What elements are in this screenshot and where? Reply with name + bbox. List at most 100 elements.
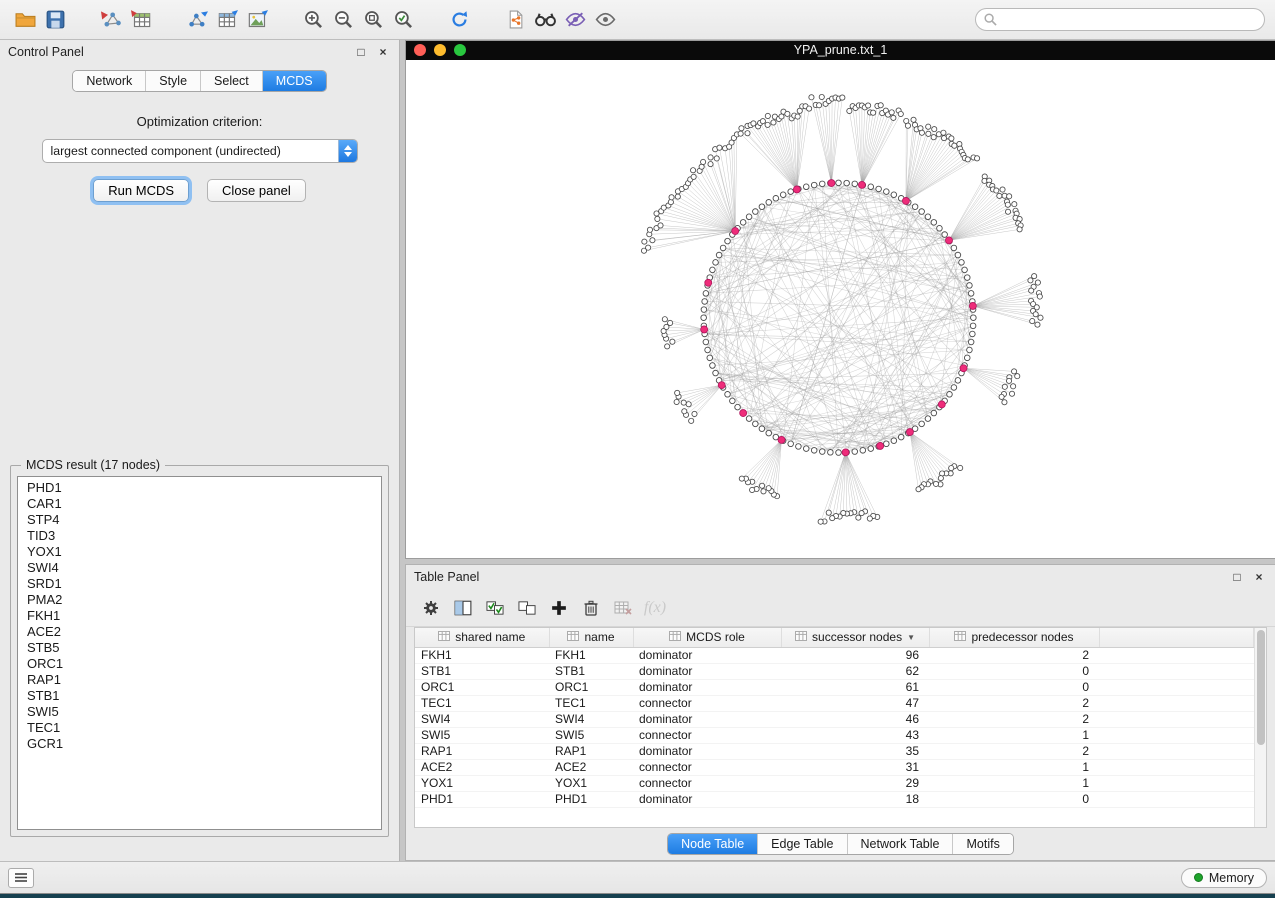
export-network-icon[interactable] bbox=[182, 6, 212, 34]
table-row[interactable]: SWI5SWI5connector431 bbox=[415, 727, 1254, 743]
criterion-select[interactable]: largest connected component (undirected) bbox=[42, 139, 358, 163]
table-row[interactable]: TEC1TEC1connector472 bbox=[415, 695, 1254, 711]
tab-select[interactable]: Select bbox=[200, 71, 262, 91]
table-row[interactable]: ORC1ORC1dominator610 bbox=[415, 679, 1254, 695]
export-table-icon[interactable] bbox=[212, 6, 242, 34]
app-window: Control Panel □ × NetworkStyleSelectMCDS… bbox=[0, 0, 1275, 894]
result-node-item[interactable]: SRD1 bbox=[18, 576, 381, 592]
table-row[interactable]: RAP1RAP1dominator352 bbox=[415, 743, 1254, 759]
zoom-selected-icon[interactable] bbox=[358, 6, 388, 34]
table-row[interactable]: YOX1YOX1connector291 bbox=[415, 775, 1254, 791]
toolbar-group bbox=[298, 6, 418, 34]
toolbar-group bbox=[10, 6, 70, 34]
tab-style[interactable]: Style bbox=[145, 71, 200, 91]
toolbar-group bbox=[500, 6, 620, 34]
attribute-type-icon bbox=[567, 630, 579, 644]
attribute-type-icon bbox=[954, 630, 966, 644]
result-node-item[interactable]: GCR1 bbox=[18, 736, 381, 752]
sort-desc-icon: ▼ bbox=[907, 633, 915, 642]
tab-network[interactable]: Network bbox=[73, 71, 145, 91]
memory-button[interactable]: Memory bbox=[1181, 868, 1267, 888]
share-document-icon[interactable] bbox=[500, 6, 530, 34]
run-mcds-button[interactable]: Run MCDS bbox=[93, 179, 189, 202]
toolbar-group bbox=[96, 6, 156, 34]
zoom-out-icon[interactable] bbox=[328, 6, 358, 34]
memory-status-icon bbox=[1194, 873, 1203, 882]
column-header-successor-nodes[interactable]: successor nodes▼ bbox=[781, 628, 929, 647]
tab-mcds[interactable]: MCDS bbox=[262, 71, 326, 91]
close-table-panel-icon[interactable]: × bbox=[1251, 569, 1267, 585]
panel-menu-button[interactable] bbox=[8, 868, 34, 888]
import-network-icon[interactable] bbox=[96, 6, 126, 34]
import-table-icon[interactable] bbox=[126, 6, 156, 34]
result-node-item[interactable]: STP4 bbox=[18, 512, 381, 528]
column-header-shared-name[interactable]: shared name bbox=[415, 628, 549, 647]
result-node-item[interactable]: TEC1 bbox=[18, 720, 381, 736]
result-node-item[interactable]: TID3 bbox=[18, 528, 381, 544]
attribute-type-icon bbox=[438, 630, 450, 644]
tab-network-table[interactable]: Network Table bbox=[847, 834, 953, 854]
table-panel: Table Panel □ × f(x) shared namenameMCDS… bbox=[405, 564, 1275, 861]
result-node-item[interactable]: RAP1 bbox=[18, 672, 381, 688]
table-row[interactable]: PHD1PHD1dominator180 bbox=[415, 791, 1254, 807]
network-canvas[interactable] bbox=[406, 60, 1275, 558]
float-table-panel-icon[interactable]: □ bbox=[1229, 569, 1245, 585]
column-header-name[interactable]: name bbox=[549, 628, 633, 647]
tab-node-table[interactable]: Node Table bbox=[668, 834, 757, 854]
search-input[interactable] bbox=[1002, 13, 1256, 27]
deselect-all-icon[interactable] bbox=[514, 595, 540, 621]
list-icon bbox=[14, 872, 28, 883]
result-node-item[interactable]: PHD1 bbox=[18, 480, 381, 496]
result-node-item[interactable]: FKH1 bbox=[18, 608, 381, 624]
mcds-result-title: MCDS result (17 nodes) bbox=[21, 458, 165, 472]
column-header-mcds-role[interactable]: MCDS role bbox=[633, 628, 781, 647]
result-node-item[interactable]: SWI5 bbox=[18, 704, 381, 720]
network-title: YPA_prune.txt_1 bbox=[406, 43, 1275, 57]
table-settings-icon[interactable] bbox=[418, 595, 444, 621]
result-node-item[interactable]: CAR1 bbox=[18, 496, 381, 512]
tab-motifs[interactable]: Motifs bbox=[952, 834, 1012, 854]
open-file-icon[interactable] bbox=[10, 6, 40, 34]
right-column: YPA_prune.txt_1 Table Panel □ × f(x) bbox=[405, 40, 1275, 861]
mcds-result-list[interactable]: PHD1CAR1STP4TID3YOX1SWI4SRD1PMA2FKH1ACE2… bbox=[17, 476, 382, 830]
table-row[interactable]: FKH1FKH1dominator962 bbox=[415, 647, 1254, 663]
refresh-icon[interactable] bbox=[444, 6, 474, 34]
tab-edge-table[interactable]: Edge Table bbox=[757, 834, 846, 854]
network-window: YPA_prune.txt_1 bbox=[405, 40, 1275, 559]
table-panel-header: Table Panel □ × bbox=[406, 565, 1275, 589]
save-session-icon[interactable] bbox=[40, 6, 70, 34]
result-node-item[interactable]: PMA2 bbox=[18, 592, 381, 608]
close-panel-icon[interactable]: × bbox=[375, 44, 391, 60]
delete-table-icon bbox=[610, 595, 636, 621]
hide-selection-icon[interactable] bbox=[560, 6, 590, 34]
result-node-item[interactable]: STB1 bbox=[18, 688, 381, 704]
result-node-item[interactable]: YOX1 bbox=[18, 544, 381, 560]
find-binoculars-icon[interactable] bbox=[530, 6, 560, 34]
table-panel-title: Table Panel bbox=[414, 570, 479, 584]
zoom-in-icon[interactable] bbox=[298, 6, 328, 34]
scrollbar-thumb[interactable] bbox=[1257, 630, 1265, 745]
table-row[interactable]: SWI4SWI4dominator462 bbox=[415, 711, 1254, 727]
column-visibility-icon[interactable] bbox=[450, 595, 476, 621]
close-panel-button[interactable]: Close panel bbox=[207, 179, 306, 202]
show-all-icon[interactable] bbox=[590, 6, 620, 34]
control-panel-title: Control Panel bbox=[8, 45, 84, 59]
zoom-fit-icon[interactable] bbox=[388, 6, 418, 34]
status-bar: Memory bbox=[0, 861, 1275, 893]
delete-column-icon[interactable] bbox=[578, 595, 604, 621]
select-all-icon[interactable] bbox=[482, 595, 508, 621]
result-node-item[interactable]: ACE2 bbox=[18, 624, 381, 640]
table-row[interactable]: STB1STB1dominator620 bbox=[415, 663, 1254, 679]
export-image-icon[interactable] bbox=[242, 6, 272, 34]
attribute-type-icon bbox=[669, 630, 681, 644]
result-node-item[interactable]: STB5 bbox=[18, 640, 381, 656]
float-panel-icon[interactable]: □ bbox=[353, 44, 369, 60]
table-row[interactable]: ACE2ACE2connector311 bbox=[415, 759, 1254, 775]
add-column-icon[interactable] bbox=[546, 595, 572, 621]
column-header-predecessor-nodes[interactable]: predecessor nodes bbox=[929, 628, 1099, 647]
toolbar-search bbox=[975, 8, 1265, 31]
result-node-item[interactable]: SWI4 bbox=[18, 560, 381, 576]
search-icon bbox=[984, 13, 997, 26]
result-node-item[interactable]: ORC1 bbox=[18, 656, 381, 672]
table-scrollbar[interactable] bbox=[1254, 628, 1266, 827]
